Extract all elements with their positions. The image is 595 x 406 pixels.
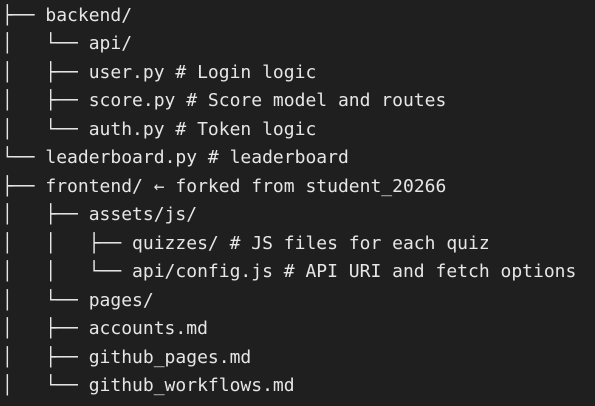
tree-line-text: accounts.md: [88, 318, 208, 339]
tree-branch-glyph: │ ├──: [2, 318, 89, 339]
tree-branch-glyph: │ └──: [2, 33, 89, 54]
tree-branch-glyph: │ └──: [2, 375, 89, 396]
tree-branch-glyph: │ │ └──: [2, 261, 133, 282]
tree-branch-glyph: │ ├──: [2, 347, 89, 368]
tree-line-text: user.py # Login logic: [88, 62, 317, 83]
tree-line-text: score.py # Score model and routes: [88, 90, 447, 111]
tree-line-text: api/config.js # API URI and fetch option…: [132, 261, 577, 282]
tree-line-auth-py: │ └── auth.py # Token logic: [2, 119, 316, 141]
tree-line-score-py: │ ├── score.py # Score model and routes: [2, 90, 446, 112]
tree-line-text: frontend/ ← forked from student_20266: [45, 176, 447, 197]
tree-branch-glyph: ├──: [2, 176, 46, 197]
file-tree-panel: ├── backend/ │ └── api/ │ ├── user.py # …: [0, 0, 595, 406]
tree-line-text: assets/js/: [88, 204, 198, 225]
tree-line-github-pages-md: │ ├── github_pages.md: [2, 347, 251, 369]
tree-line-text: pages/: [88, 290, 154, 311]
tree-line-accounts-md: │ ├── accounts.md: [2, 318, 208, 340]
tree-line-text: auth.py # Token logic: [88, 119, 317, 140]
tree-line-text: github_workflows.md: [88, 375, 295, 396]
tree-branch-glyph: │ │ ├──: [2, 233, 133, 254]
tree-branch-glyph: │ ├──: [2, 62, 89, 83]
tree-branch-glyph: │ ├──: [2, 90, 89, 111]
tree-line-text: backend/: [45, 5, 133, 26]
tree-line-api: │ └── api/: [2, 33, 132, 55]
tree-branch-glyph: │ ├──: [2, 204, 89, 225]
tree-line-config-js: │ │ └── api/config.js # API URI and fetc…: [2, 261, 576, 283]
tree-branch-glyph: │ └──: [2, 290, 89, 311]
tree-line-user-py: │ ├── user.py # Login logic: [2, 62, 316, 84]
tree-line-backend: ├── backend/: [2, 5, 132, 27]
tree-line-github-workflows-md: │ └── github_workflows.md: [2, 375, 295, 397]
tree-line-frontend: ├── frontend/ ← forked from student_2026…: [2, 176, 446, 198]
tree-line-assets-js: │ ├── assets/js/: [2, 204, 197, 226]
tree-line-leaderboard-py: └── leaderboard.py # leaderboard: [2, 147, 349, 169]
tree-branch-glyph: └──: [2, 147, 46, 168]
tree-line-text: github_pages.md: [88, 347, 252, 368]
tree-line-pages: │ └── pages/: [2, 290, 154, 312]
tree-line-text: api/: [88, 33, 133, 54]
tree-branch-glyph: │ └──: [2, 119, 89, 140]
tree-branch-glyph: ├──: [2, 5, 46, 26]
tree-line-quizzes: │ │ ├── quizzes/ # JS files for each qui…: [2, 233, 490, 255]
tree-line-text: leaderboard.py # leaderboard: [45, 147, 349, 168]
tree-line-text: quizzes/ # JS files for each quiz: [132, 233, 490, 254]
